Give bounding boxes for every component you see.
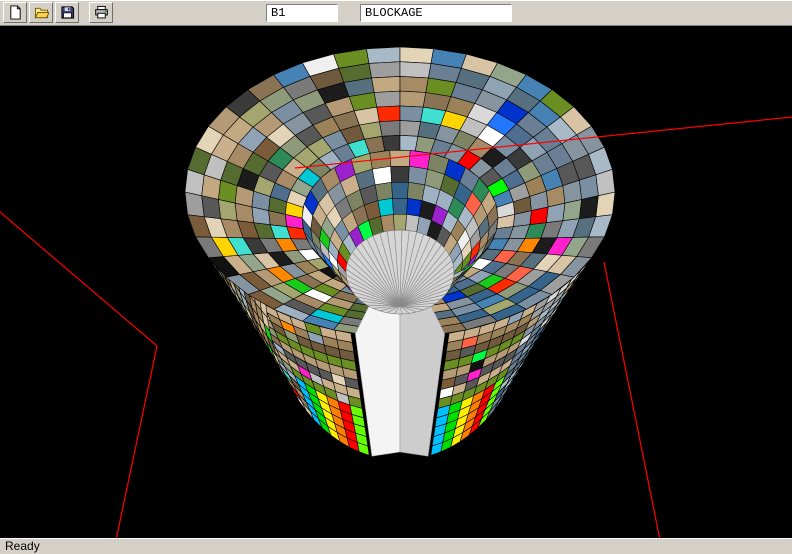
open-file-button[interactable] — [29, 2, 53, 23]
well-fan — [346, 230, 454, 314]
status-bar: Ready — [0, 538, 792, 554]
toolbar: B1 BLOCKAGE — [0, 0, 792, 26]
block-id-value: B1 — [271, 6, 285, 20]
property-name-value: BLOCKAGE — [365, 6, 423, 20]
printer-icon — [94, 5, 109, 20]
block-id-field[interactable]: B1 — [266, 4, 338, 22]
open-folder-icon — [34, 5, 49, 20]
scene-canvas[interactable] — [0, 26, 792, 538]
viewport-3d[interactable] — [0, 26, 792, 538]
status-text: Ready — [5, 539, 40, 553]
application-window: B1 BLOCKAGE Ready — [0, 0, 792, 554]
save-floppy-icon — [60, 5, 75, 20]
new-document-icon — [8, 5, 23, 20]
new-file-button[interactable] — [3, 2, 27, 23]
save-file-button[interactable] — [55, 2, 79, 23]
property-name-field[interactable]: BLOCKAGE — [360, 4, 512, 22]
print-button[interactable] — [89, 2, 113, 23]
